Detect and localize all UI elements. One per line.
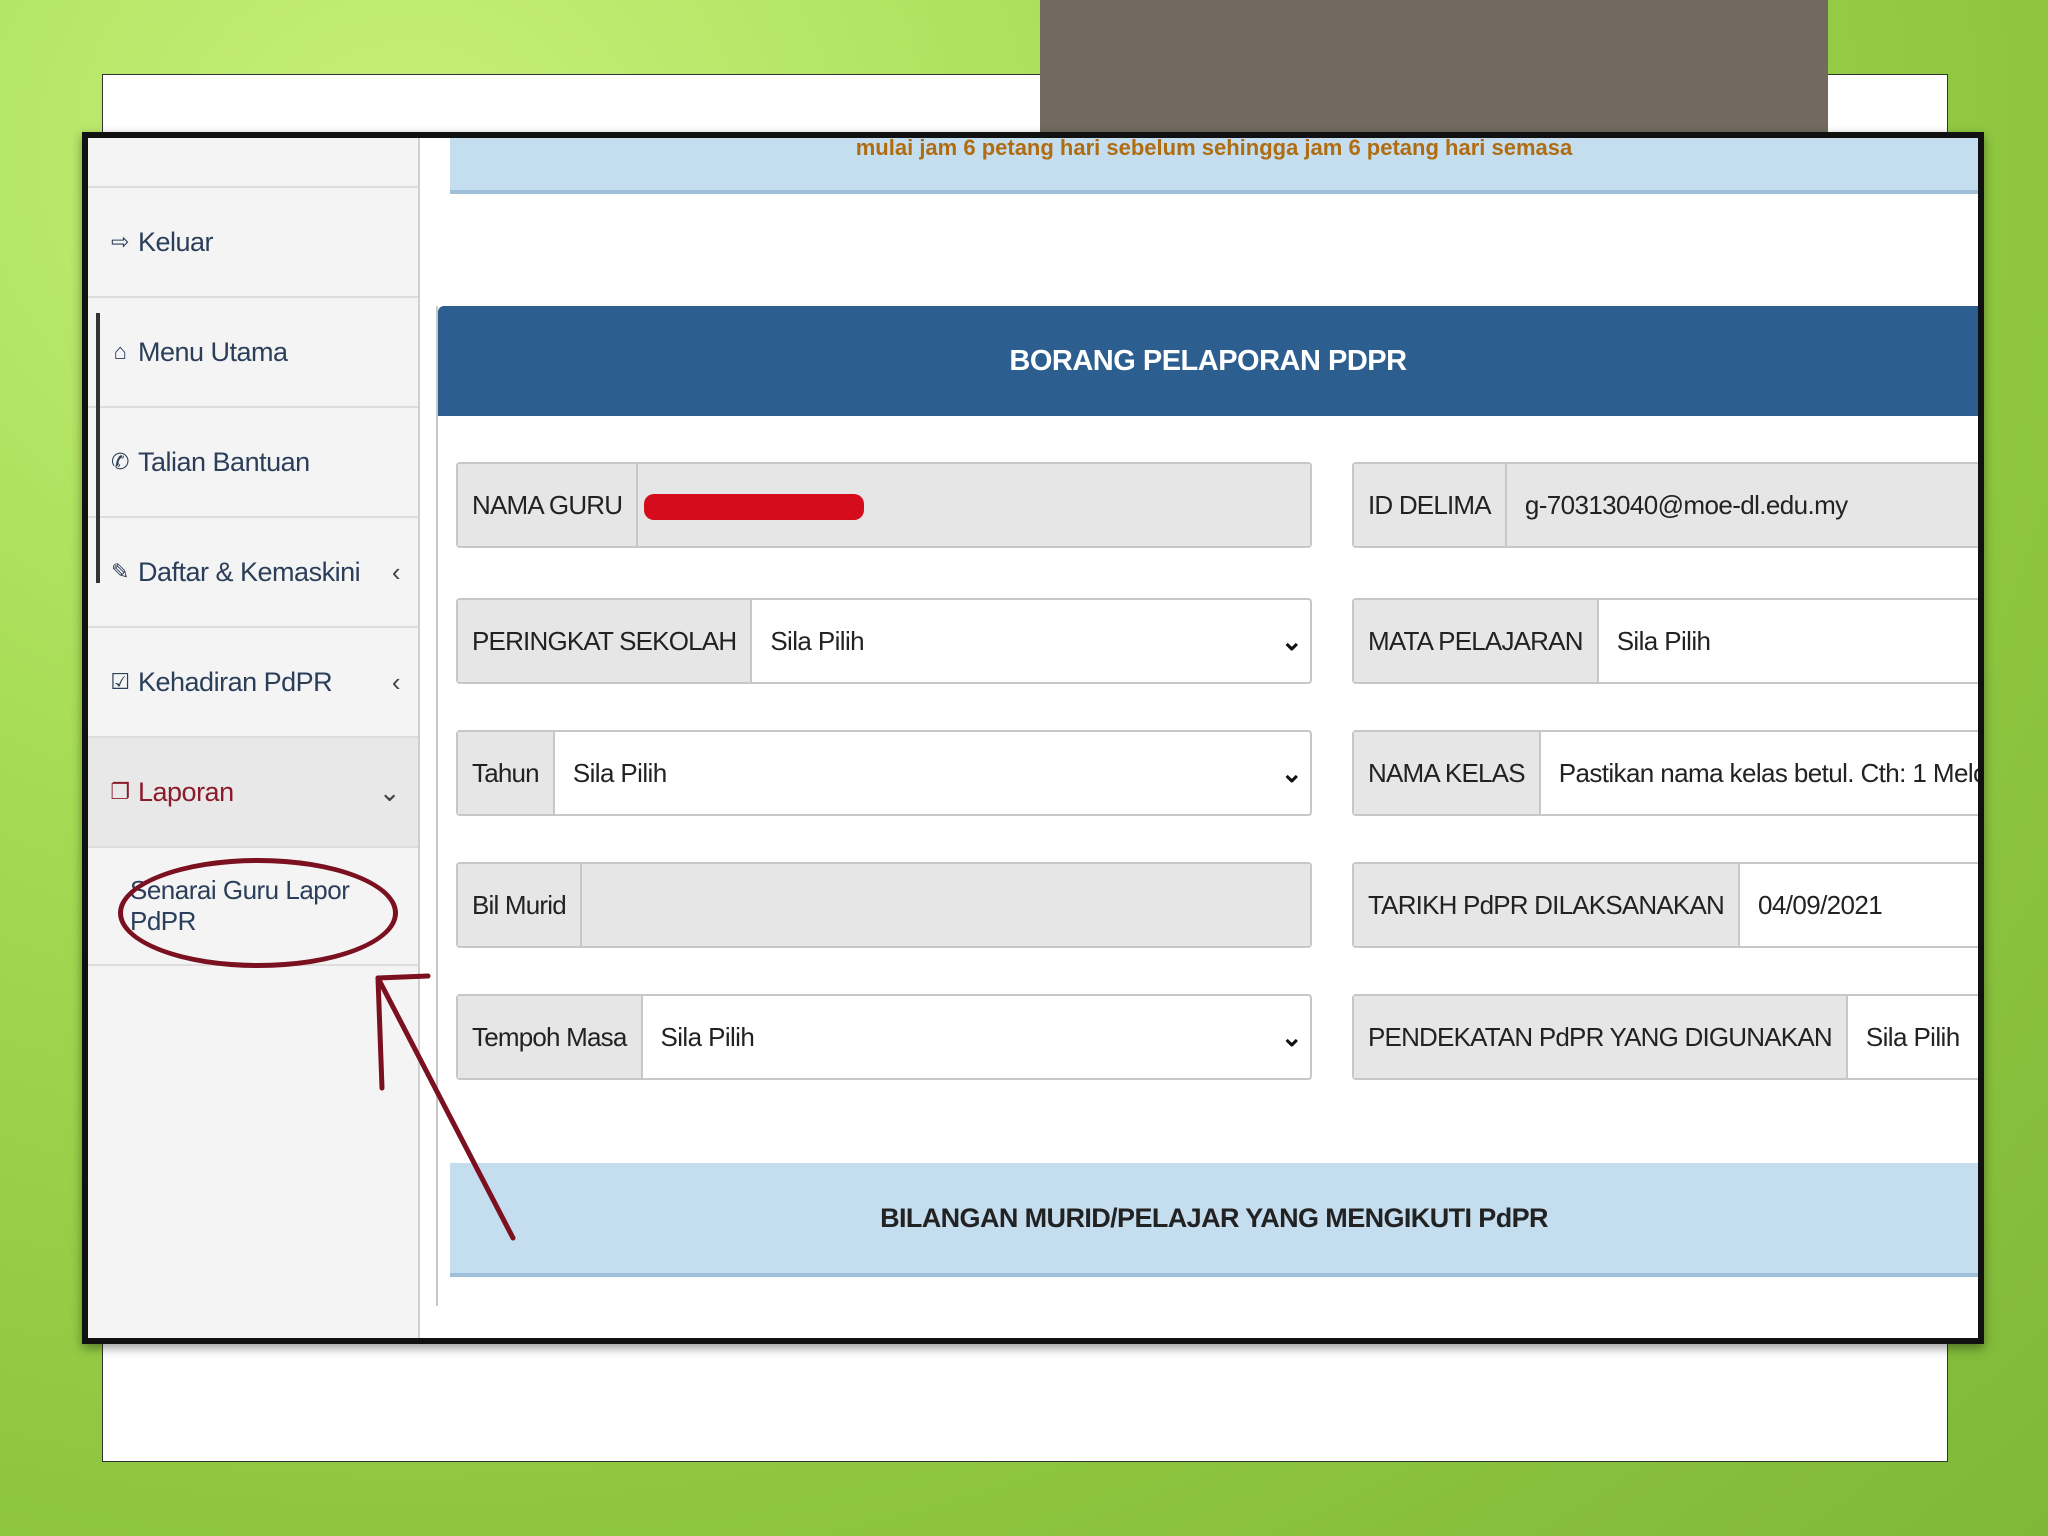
tarikh-field: TARIKH PdPR DILAKSANAKAN 04/09/2021: [1352, 862, 1978, 948]
nama-kelas-label: NAMA KELAS: [1354, 732, 1541, 814]
sidebar-item-label: Talian Bantuan: [138, 446, 310, 477]
phone-icon: ✆: [111, 449, 129, 474]
sidebar-item-label: Menu Utama: [138, 336, 288, 367]
top-notice-text: mulai jam 6 petang hari sebelum sehingga…: [855, 135, 1573, 160]
top-notice-banner: mulai jam 6 petang hari sebelum sehingga…: [450, 138, 1978, 194]
nama-kelas-input[interactable]: Pastikan nama kelas betul. Cth: 1 Melor: [1541, 732, 1984, 814]
mata-pelajaran-field: MATA PELAJARAN Sila Pilih: [1352, 598, 1978, 684]
main-content: mulai jam 6 petang hari sebelum sehingga…: [420, 138, 1978, 1338]
sidebar-item-label: Keluar: [138, 226, 214, 257]
bilangan-murid-banner: BILANGAN MURID/PELAJAR YANG MENGIKUTI Pd…: [450, 1163, 1978, 1277]
bilangan-murid-heading: BILANGAN MURID/PELAJAR YANG MENGIKUTI Pd…: [880, 1203, 1548, 1233]
edit-icon: ✎: [111, 559, 129, 584]
pendekatan-value: Sila Pilih: [1865, 1021, 1960, 1052]
sidebar-item-menu-utama[interactable]: ⌂ Menu Utama: [88, 298, 418, 408]
tempoh-masa-label: Tempoh Masa: [458, 996, 643, 1078]
home-icon: ⌂: [113, 339, 127, 364]
peringkat-sekolah-value: Sila Pilih: [770, 625, 865, 656]
sidebar: ⇨ Keluar ⌂ Menu Utama ✆ Talian Bantuan ✎…: [88, 138, 420, 1338]
tempoh-masa-select[interactable]: Sila Pilih ⌄: [643, 996, 1311, 1078]
sidebar-item-label: Kehadiran PdPR: [138, 666, 333, 697]
id-delima-value: g-70313040@moe-dl.edu.my: [1524, 489, 1848, 520]
embedded-screenshot: ⇨ Keluar ⌂ Menu Utama ✆ Talian Bantuan ✎…: [82, 132, 1984, 1344]
peringkat-sekolah-label: PERINGKAT SEKOLAH: [458, 600, 753, 682]
tempoh-masa-value: Sila Pilih: [660, 1021, 755, 1052]
tahun-field: Tahun Sila Pilih ⌄: [456, 730, 1312, 816]
slide-decorative-box: [1040, 0, 1828, 140]
tahun-select[interactable]: Sila Pilih ⌄: [555, 732, 1310, 814]
chevron-down-icon: ⌄: [378, 776, 401, 807]
sidebar-item-label: Daftar & Kemaskini: [138, 556, 361, 587]
sidebar-item-kehadiran-pdpr[interactable]: ☑ Kehadiran PdPR ‹: [88, 628, 418, 738]
mata-pelajaran-select[interactable]: Sila Pilih: [1599, 600, 1978, 682]
chevron-down-icon: ⌄: [1280, 757, 1303, 788]
tahun-label: Tahun: [458, 732, 555, 814]
id-delima-input[interactable]: g-70313040@moe-dl.edu.my: [1506, 464, 1978, 546]
sidebar-item-laporan[interactable]: ❐ Laporan ⌄: [88, 738, 418, 848]
sidebar-item-label: Laporan: [138, 776, 234, 807]
pendekatan-select[interactable]: Sila Pilih: [1848, 996, 1978, 1078]
id-delima-field: ID DELIMA g-70313040@moe-dl.edu.my: [1352, 462, 1978, 548]
sidebar-item-keluar[interactable]: ⇨ Keluar: [88, 188, 418, 298]
tarikh-label: TARIKH PdPR DILAKSANAKAN: [1354, 864, 1740, 946]
highlight-ellipse: [118, 858, 398, 968]
checkbox-icon: ☑: [110, 669, 130, 694]
sidebar-top: [88, 138, 418, 188]
pendekatan-field: PENDEKATAN PdPR YANG DIGUNAKAN Sila Pili…: [1352, 994, 1978, 1080]
chevron-down-icon: ⌄: [1280, 625, 1303, 656]
sidebar-scroll-indicator: [96, 313, 100, 583]
form-title: BORANG PELAPORAN PDPR: [438, 306, 1978, 416]
nama-kelas-field: NAMA KELAS Pastikan nama kelas betul. Ct…: [1352, 730, 1984, 816]
chevron-left-icon: ‹: [391, 666, 401, 697]
bil-murid-input[interactable]: [581, 864, 1310, 946]
redaction-mark: [644, 494, 865, 520]
bil-murid-field: Bil Murid: [456, 862, 1312, 948]
chevron-left-icon: ‹: [391, 556, 401, 587]
nama-kelas-placeholder: Pastikan nama kelas betul. Cth: 1 Melor: [1558, 757, 1984, 788]
nama-guru-label: NAMA GURU: [458, 464, 639, 546]
peringkat-sekolah-field: PERINGKAT SEKOLAH Sila Pilih ⌄: [456, 598, 1312, 684]
peringkat-sekolah-select[interactable]: Sila Pilih ⌄: [752, 600, 1310, 682]
tarikh-input[interactable]: 04/09/2021: [1740, 864, 1978, 946]
tarikh-value: 04/09/2021: [1758, 889, 1883, 920]
copy-icon: ❐: [110, 779, 130, 804]
sign-out-icon: ⇨: [111, 229, 129, 254]
nama-guru-input[interactable]: [638, 464, 1310, 546]
bil-murid-label: Bil Murid: [458, 864, 582, 946]
sidebar-subitem-senarai-guru[interactable]: Senarai Guru Lapor PdPR: [88, 848, 418, 968]
mata-pelajaran-value: Sila Pilih: [1616, 625, 1711, 656]
tempoh-masa-field: Tempoh Masa Sila Pilih ⌄: [456, 994, 1312, 1080]
pendekatan-label: PENDEKATAN PdPR YANG DIGUNAKAN: [1354, 996, 1848, 1078]
tahun-value: Sila Pilih: [572, 757, 667, 788]
nama-guru-field: NAMA GURU: [456, 462, 1312, 548]
id-delima-label: ID DELIMA: [1354, 464, 1507, 546]
chevron-down-icon: ⌄: [1280, 1021, 1303, 1052]
sidebar-item-daftar-kemaskini[interactable]: ✎ Daftar & Kemaskini ‹: [88, 518, 418, 628]
sidebar-item-talian-bantuan[interactable]: ✆ Talian Bantuan: [88, 408, 418, 518]
mata-pelajaran-label: MATA PELAJARAN: [1354, 600, 1599, 682]
